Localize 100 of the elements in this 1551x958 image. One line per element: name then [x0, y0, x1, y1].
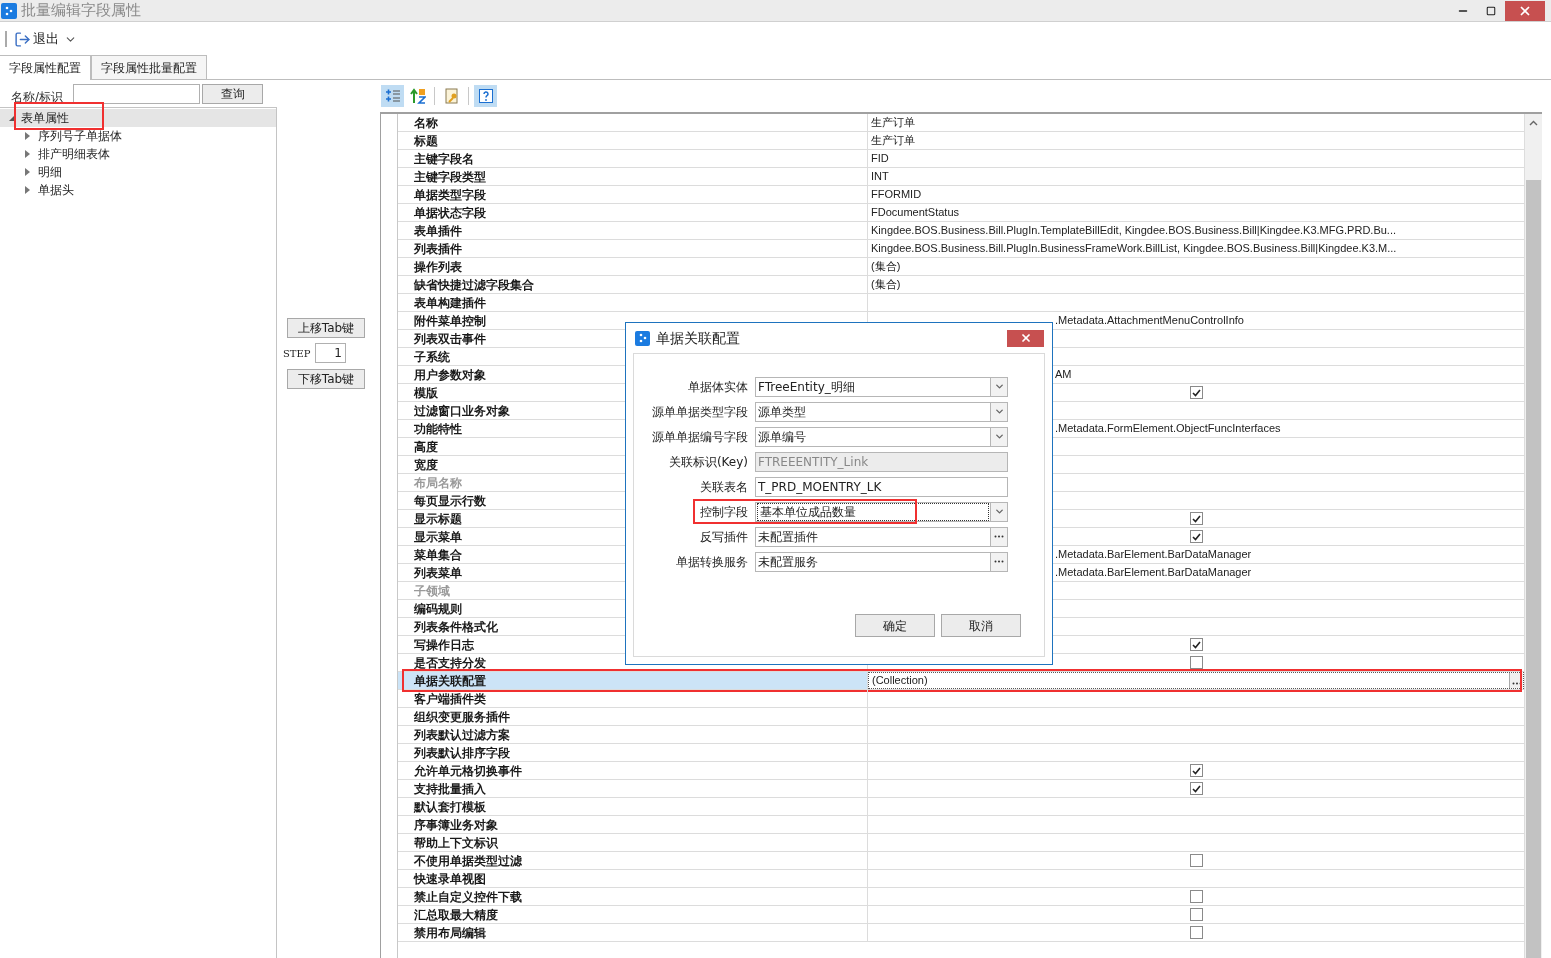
dialog-button[interactable]: 取消	[941, 614, 1021, 637]
move-down-button[interactable]: 下移Tab键	[287, 369, 365, 389]
field-label: 反写插件	[699, 528, 749, 546]
property-value: .Metadata.BarElement.BarDataManager	[1055, 565, 1252, 581]
search-label: 名称/标识	[11, 89, 65, 106]
step-field[interactable]: 1	[315, 343, 346, 363]
dropdown-caret-icon[interactable]	[993, 406, 1005, 417]
property-name-cell[interactable]: 快速录单视图	[398, 870, 868, 887]
move-up-button[interactable]: 上移Tab键	[287, 318, 365, 338]
collapsed-triangle-icon[interactable]	[25, 132, 30, 140]
tree-row[interactable]: 明细	[0, 163, 276, 181]
exit-button[interactable]: 退出	[12, 28, 61, 50]
collapsed-triangle-icon[interactable]	[25, 150, 30, 158]
dropdown-caret-icon[interactable]	[993, 381, 1005, 392]
app-icon	[1, 2, 17, 19]
checkbox[interactable]	[1189, 656, 1203, 669]
property-name-cell[interactable]: 缺省快捷过滤字段集合	[398, 276, 868, 293]
tree-row[interactable]: 单据头	[0, 181, 276, 199]
property-value: FDocumentStatus	[871, 205, 960, 221]
checkbox[interactable]	[1189, 638, 1203, 651]
field-label: 源单单据类型字段	[651, 403, 749, 421]
checkbox[interactable]	[1189, 908, 1203, 921]
property-name-cell[interactable]: 帮助上下文标识	[398, 834, 868, 851]
dropdown-caret-icon[interactable]	[993, 431, 1005, 442]
tree-row[interactable]: 表单属性	[0, 109, 276, 127]
checkbox[interactable]	[1189, 530, 1203, 543]
property-name-cell[interactable]: 禁止自定义控件下载	[398, 888, 868, 905]
dropdown-caret-icon[interactable]	[993, 506, 1005, 517]
expanded-triangle-icon[interactable]	[8, 114, 15, 122]
property-name-cell[interactable]: 允许单元格切换事件	[398, 762, 868, 779]
property-name-cell[interactable]: 支持批量插入	[398, 780, 868, 797]
property-value: .Metadata.BarElement.BarDataManager	[1055, 547, 1252, 563]
property-name-cell[interactable]: 单据关联配置	[398, 672, 868, 689]
window-title: 批量编辑字段属性	[21, 0, 141, 22]
input-field[interactable]: T_PRD_MOENTRY_LK	[755, 476, 1008, 497]
property-value: (Collection)	[872, 673, 928, 689]
dropdown-field[interactable]: 源单类型	[755, 401, 1008, 422]
grid-tool-button[interactable]	[381, 85, 404, 107]
tree-item-label: 排产明细表体	[37, 146, 110, 163]
field-label: 关联标识(Key)	[667, 453, 749, 471]
property-name-cell[interactable]: 禁用布局编辑	[398, 924, 868, 941]
search-field[interactable]	[73, 84, 200, 104]
checkbox[interactable]	[1189, 926, 1203, 939]
close-icon	[1019, 332, 1032, 344]
checkbox[interactable]	[1189, 782, 1203, 795]
property-name-cell[interactable]: 列表插件	[398, 240, 868, 257]
dropdown-field[interactable]: 源单编号	[755, 426, 1008, 447]
property-name-cell[interactable]: 序事簿业务对象	[398, 816, 868, 833]
help-icon	[477, 88, 494, 104]
property-name-cell[interactable]: 单据类型字段	[398, 186, 868, 203]
property-name-cell[interactable]: 默认套打模板	[398, 798, 868, 815]
tree-item-label: 明细	[37, 164, 62, 181]
dropdown-field[interactable]: FTreeEntity_明细	[755, 376, 1008, 397]
picker-field[interactable]: 未配置服务	[755, 551, 1008, 572]
property-value: FID	[871, 151, 889, 167]
property-name-cell[interactable]: 组织变更服务插件	[398, 708, 868, 725]
property-name-cell[interactable]: 不使用单据类型过滤	[398, 852, 868, 869]
query-button[interactable]: 查询	[202, 84, 263, 104]
property-name-cell[interactable]: 主键字段名	[398, 150, 868, 167]
tab[interactable]: 字段属性配置	[0, 55, 91, 80]
dialog-close-button[interactable]	[1007, 329, 1044, 347]
grid-tool-button[interactable]	[474, 85, 497, 107]
property-value: .Metadata.FormElement.ObjectFuncInterfaces	[1055, 421, 1281, 437]
property-name-cell[interactable]: 操作列表	[398, 258, 868, 275]
property-name-cell[interactable]: 主键字段类型	[398, 168, 868, 185]
checkbox[interactable]	[1189, 386, 1203, 399]
collapsed-triangle-icon[interactable]	[25, 186, 30, 194]
property-name-cell[interactable]: 客户端插件类	[398, 690, 868, 707]
tab[interactable]: 字段属性批量配置	[91, 55, 207, 79]
tree-row[interactable]: 序列号子单据体	[0, 127, 276, 145]
check-icon	[1191, 388, 1201, 397]
dialog-title: 单据关联配置	[656, 328, 740, 348]
property-name-cell[interactable]: 列表默认排序字段	[398, 744, 868, 761]
checkbox[interactable]	[1189, 764, 1203, 777]
tree-item-label: 表单属性	[20, 110, 69, 127]
tree-row[interactable]: 排产明细表体	[0, 145, 276, 163]
dialog-button[interactable]: 确定	[855, 614, 935, 637]
dropdown-field[interactable]: 基本单位成品数量	[755, 501, 1008, 522]
checkbox[interactable]	[1189, 890, 1203, 903]
app-icon	[635, 330, 650, 346]
value-editor[interactable]: (Collection)	[868, 672, 1524, 689]
scrollbar-thumb[interactable]	[1526, 180, 1541, 958]
picker-field[interactable]: 未配置插件	[755, 526, 1008, 547]
close-button[interactable]	[1505, 0, 1545, 21]
property-name-cell[interactable]: 单据状态字段	[398, 204, 868, 221]
property-name-cell[interactable]: 名称	[398, 114, 868, 131]
property-value: FFORMID	[871, 187, 922, 203]
vertical-scrollbar[interactable]	[1524, 114, 1542, 958]
ellipsis-icon	[994, 560, 1004, 563]
property-name-cell[interactable]: 表单构建插件	[398, 294, 868, 311]
checkbox[interactable]	[1189, 854, 1203, 867]
property-name-cell[interactable]: 列表默认过滤方案	[398, 726, 868, 743]
step-label: STEP	[283, 346, 312, 361]
property-name-cell[interactable]: 表单插件	[398, 222, 868, 239]
ellipsis-icon	[994, 535, 1004, 538]
property-name-cell[interactable]: 标题	[398, 132, 868, 149]
property-name-cell[interactable]: 汇总取最大精度	[398, 906, 868, 923]
collapsed-triangle-icon[interactable]	[25, 168, 30, 176]
checkbox[interactable]	[1189, 512, 1203, 525]
property-value: Kingdee.BOS.Business.Bill.PlugIn.TemplateBillEdit, Kingdee.BOS.Business.Bill|Kingdee.K3.MFG.PRD.Bu...	[871, 223, 1396, 239]
